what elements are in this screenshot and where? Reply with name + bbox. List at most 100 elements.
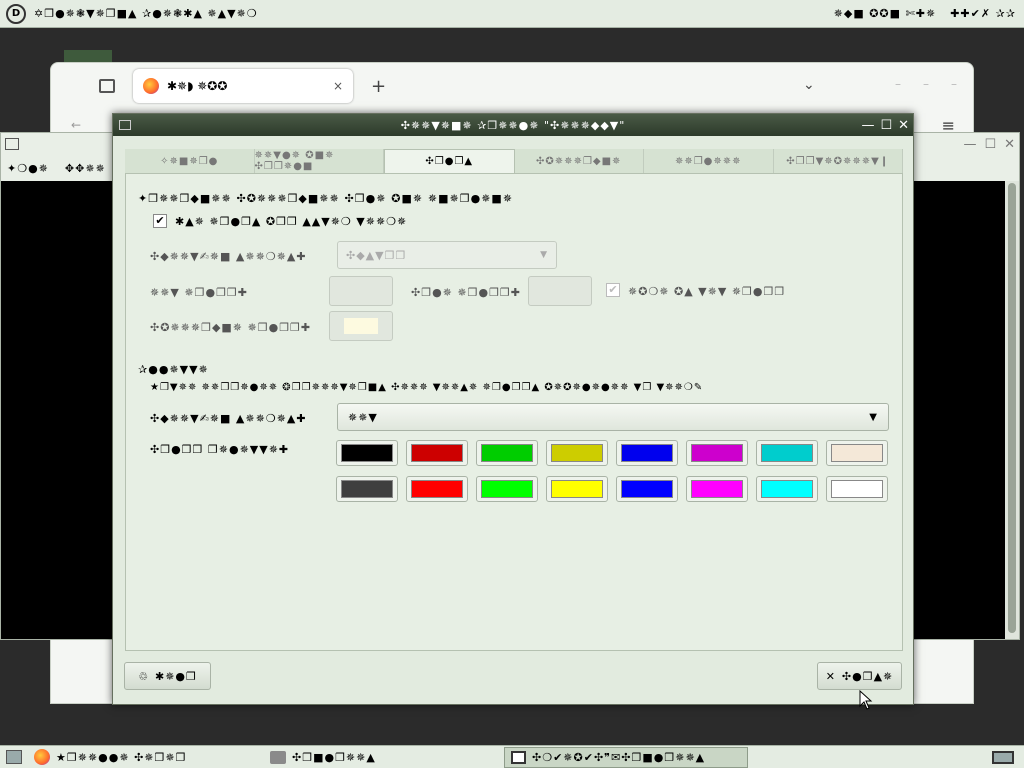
taskbar-item-folder[interactable]: ✣❐■●❐✵✵▲ bbox=[264, 747, 504, 768]
use-system-colors-checkbox[interactable]: ✔ bbox=[153, 214, 167, 228]
help-button-label: ✱✵●❐ bbox=[154, 669, 197, 683]
browser-tab[interactable]: ✱✵◗ ✵✪✪ × bbox=[133, 69, 353, 103]
taskbar-item-label: ★❐✵✵●●✵ ✣✵❐✵❐ bbox=[56, 750, 187, 764]
builtin-schemes-value: ✣◆▲▼❐❐ bbox=[346, 248, 407, 262]
top-panel-tray: ✵◆■ ✪✪■ ✄✚✵ ✚✚✔✗ ✰✰ bbox=[834, 7, 1016, 20]
tab-scrolling[interactable]: ✵✵❐●✵✵✵ bbox=[644, 149, 774, 173]
palette-color-button[interactable] bbox=[476, 440, 538, 466]
tab-overview-icon[interactable] bbox=[99, 79, 115, 93]
bg-window-fragment bbox=[64, 50, 112, 62]
distro-logo-icon[interactable]: D bbox=[6, 3, 26, 24]
help-button[interactable]: ♲ ✱✵●❐ bbox=[124, 662, 211, 690]
show-desktop-button[interactable] bbox=[0, 747, 28, 768]
close-icon[interactable]: ✕ bbox=[1004, 137, 1015, 152]
terminal-icon bbox=[5, 138, 19, 150]
new-tab-icon[interactable]: + bbox=[371, 76, 386, 97]
palette-schemes-select[interactable]: ✵✵▼ ▼ bbox=[337, 403, 889, 431]
close-tab-icon[interactable]: × bbox=[333, 79, 343, 93]
palette-color-swatch bbox=[691, 480, 743, 498]
preferences-dialog: ✣✵✵▼✵■✵ ✰❐✵✵●✵ "✣✵✵✵◆◆▼" — ☐ ✕ ✧✵■✵❐● ✵✵… bbox=[112, 113, 914, 705]
palette-color-button[interactable] bbox=[336, 476, 398, 502]
text-color-label: ✵✵▼ ✵❐●❐❐✚ bbox=[150, 286, 249, 299]
palette-color-button[interactable] bbox=[686, 476, 748, 502]
minimize-icon[interactable]: – bbox=[895, 77, 901, 91]
taskbar: ★❐✵✵●●✵ ✣✵❐✵❐ ✣❐■●❐✵✵▲ ✣❍✔✵✪✔✣❞✉✣❐■●❐✵✵▲ bbox=[0, 745, 1024, 768]
palette-color-button[interactable] bbox=[826, 440, 888, 466]
maximize-icon[interactable]: ☐ bbox=[984, 137, 996, 152]
browser-tab-title: ✱✵◗ ✵✪✪ bbox=[167, 79, 228, 93]
background-color-swatch bbox=[344, 318, 378, 334]
tab-background[interactable]: ✣✪✵✵✵❐◆■✵ bbox=[514, 149, 644, 173]
same-as-text-label: ✵✪❍✵ ✪▲ ▼✵▼ ✵❐●❐❐ bbox=[628, 285, 786, 298]
dialog-tabs: ✧✵■✵❐● ✵✵▼●✵ ✪■✵ ✣❐❐✵●■ ✣❐●❐▲ ✣✪✵✵✵❐◆■✵ … bbox=[125, 149, 903, 174]
top-menu-text[interactable]: ✡❐●✵❃▼✵❐■▲ ✰●✵❃✱▲ ✵▲▼✵❍ bbox=[34, 7, 258, 20]
palette-color-swatch bbox=[341, 444, 393, 462]
text-color-button[interactable] bbox=[329, 276, 393, 306]
builtin-schemes-select[interactable]: ✣◆▲▼❐❐ ▼ bbox=[337, 241, 557, 269]
palette-color-swatch bbox=[481, 444, 533, 462]
palette-color-swatch bbox=[831, 480, 883, 498]
taskbar-item-label: ✣❐■●❐✵✵▲ bbox=[292, 750, 376, 764]
terminal-scrollbar[interactable] bbox=[1005, 181, 1019, 639]
tab-title-and-command[interactable]: ✵✵▼●✵ ✪■✵ ✣❐❐✵●■ bbox=[254, 149, 384, 173]
close-icon[interactable]: – bbox=[951, 77, 957, 91]
minimize-icon[interactable]: — bbox=[861, 118, 874, 133]
firefox-icon bbox=[143, 78, 159, 94]
tab-compatibility[interactable]: ✣❐❐▼✵✪✵✵✵▼❙ bbox=[773, 149, 903, 173]
palette-color-button[interactable] bbox=[616, 476, 678, 502]
palette-color-button[interactable] bbox=[336, 440, 398, 466]
palette-color-button[interactable] bbox=[826, 476, 888, 502]
fg-bg-section-title: ✦❐✵✵❐◆■✵✵ ✣✪✵✵✵❐◆■✵✵ ✣❐●✵ ✪■✵ ✵■✵❐●✵■✵ bbox=[138, 192, 514, 205]
chevron-down-icon[interactable]: ⌄ bbox=[803, 77, 815, 93]
top-panel: D ✡❐●✵❃▼✵❐■▲ ✰●✵❃✱▲ ✵▲▼✵❍ ✵◆■ ✪✪■ ✄✚✵ ✚✚… bbox=[0, 0, 1024, 28]
background-color-label: ✣✪✵✵✵❐◆■✵ ✵❐●❐❐✚ bbox=[150, 321, 312, 334]
background-color-button[interactable] bbox=[329, 311, 393, 341]
dropdown-arrow-icon: ▼ bbox=[869, 411, 878, 423]
browser-tabbar: ✱✵◗ ✵✪✪ × + bbox=[51, 63, 973, 109]
workspace-switcher[interactable] bbox=[986, 747, 1020, 768]
taskbar-item-firefox[interactable]: ★❐✵✵●●✵ ✣✵❐✵❐ bbox=[28, 747, 264, 768]
scrollbar-thumb[interactable] bbox=[1008, 183, 1016, 633]
back-arrow-icon[interactable]: ← bbox=[71, 118, 81, 132]
close-icon[interactable]: ✕ bbox=[898, 118, 909, 133]
palette-color-button[interactable] bbox=[686, 440, 748, 466]
palette-color-swatch bbox=[831, 444, 883, 462]
palette-color-swatch bbox=[691, 444, 743, 462]
palette-color-swatch bbox=[481, 480, 533, 498]
close-button[interactable]: ✕ ✣●❐▲✵ bbox=[817, 662, 902, 690]
palette-color-swatch bbox=[411, 480, 463, 498]
palette-builtin-label: ✣◆✵✵▼✍✵■ ▲✵✵❍✵▲✚ bbox=[150, 412, 307, 425]
palette-color-button[interactable] bbox=[546, 440, 608, 466]
terminal-menu-file[interactable]: ✦❍●✵ bbox=[7, 162, 49, 175]
tray-item-1[interactable]: ✵◆■ ✪✪■ ✄✚✵ bbox=[834, 7, 937, 20]
tab-general[interactable]: ✧✵■✵❐● bbox=[125, 149, 255, 173]
bold-color-button[interactable] bbox=[528, 276, 592, 306]
taskbar-item-terminal[interactable]: ✣❍✔✵✪✔✣❞✉✣❐■●❐✵✵▲ bbox=[504, 746, 748, 768]
palette-color-button[interactable] bbox=[756, 476, 818, 502]
folder-icon bbox=[270, 750, 286, 764]
firefox-icon bbox=[34, 749, 50, 765]
browser-window-controls: – – – bbox=[895, 77, 957, 91]
taskbar-item-label: ✣❍✔✵✪✔✣❞✉✣❐■●❐✵✵▲ bbox=[532, 750, 706, 764]
minimize-icon[interactable]: — bbox=[963, 137, 976, 152]
palette-color-button[interactable] bbox=[406, 440, 468, 466]
palette-color-button[interactable] bbox=[476, 476, 538, 502]
dialog-titlebar[interactable]: ✣✵✵▼✵■✵ ✰❐✵✵●✵ "✣✵✵✵◆◆▼" — ☐ ✕ bbox=[113, 114, 913, 136]
maximize-icon[interactable]: ☐ bbox=[880, 118, 892, 133]
terminal-menu-edit[interactable]: ✥✥✵✵ bbox=[65, 162, 106, 175]
palette-color-button[interactable] bbox=[756, 440, 818, 466]
tab-colors[interactable]: ✣❐●❐▲ bbox=[384, 149, 515, 173]
maximize-icon[interactable]: – bbox=[923, 77, 929, 91]
help-icon: ♲ bbox=[138, 669, 149, 683]
same-as-text-checkbox[interactable]: ✔ bbox=[606, 283, 620, 297]
tray-item-2[interactable]: ✚✚✔✗ ✰✰ bbox=[950, 7, 1016, 20]
palette-color-button[interactable] bbox=[406, 476, 468, 502]
dropdown-arrow-icon: ▼ bbox=[540, 250, 548, 260]
palette-color-button[interactable] bbox=[546, 476, 608, 502]
dialog-title: ✣✵✵▼✵■✵ ✰❐✵✵●✵ "✣✵✵✵◆◆▼" bbox=[400, 118, 626, 132]
palette-color-swatch bbox=[411, 444, 463, 462]
bold-color-label: ✣❐●✵ ✵❐●❐❐✚ bbox=[411, 286, 522, 299]
mouse-pointer-icon bbox=[859, 690, 873, 710]
palette-color-swatch bbox=[341, 480, 393, 498]
palette-color-button[interactable] bbox=[616, 440, 678, 466]
